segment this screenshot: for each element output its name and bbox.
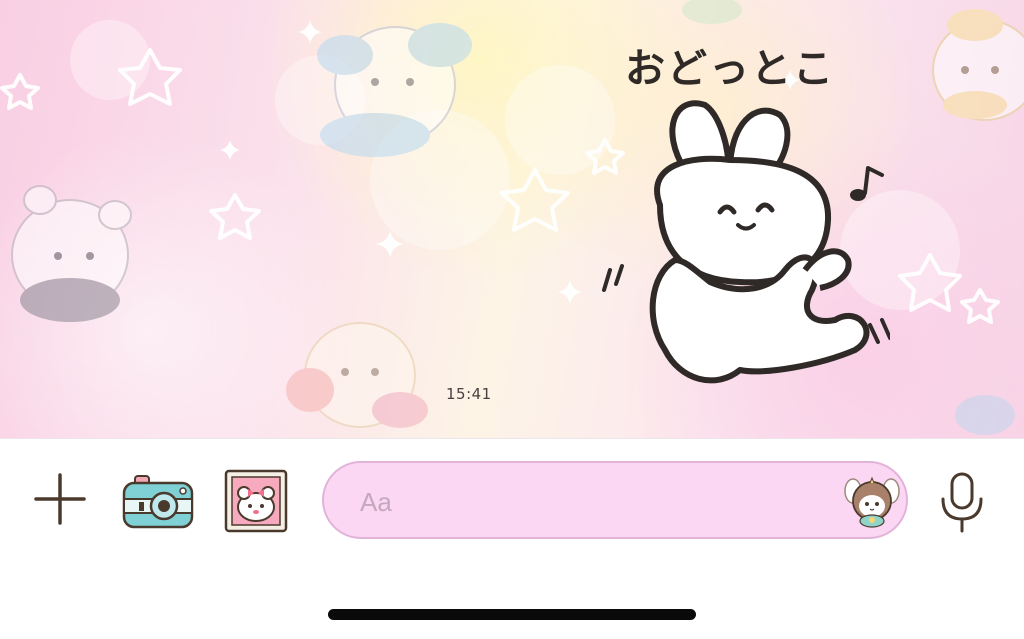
message-text-input[interactable] [358,481,832,523]
wallpaper-character-peach [286,322,428,428]
sticker-caption: おどっとこ [625,46,835,92]
wallpaper-character-left [11,185,132,322]
sticker-icon [844,476,900,528]
home-indicator[interactable] [328,609,696,620]
music-note-icon [850,166,884,201]
message-input-bar [0,438,1024,639]
wallpaper-character-yellow [932,9,1024,121]
voice-message-button[interactable] [938,471,986,533]
sticker-button[interactable] [844,473,900,529]
plus-icon [34,473,86,525]
camera-icon [122,475,194,529]
camera-button[interactable] [121,475,195,529]
chat-area[interactable]: おどっとこ 15:41 [0,0,1024,438]
message-input-field[interactable] [322,461,908,539]
chat-screen: おどっとこ 15:41 [0,0,1024,639]
image-icon [224,469,288,533]
wallpaper-character-bottom-right [955,395,1015,435]
rabbit-sticker[interactable]: おどっとこ [590,20,890,410]
add-button[interactable] [34,473,86,525]
microphone-icon [941,472,983,533]
photo-library-button[interactable] [224,469,288,533]
message-timestamp: 15:41 [446,385,492,403]
